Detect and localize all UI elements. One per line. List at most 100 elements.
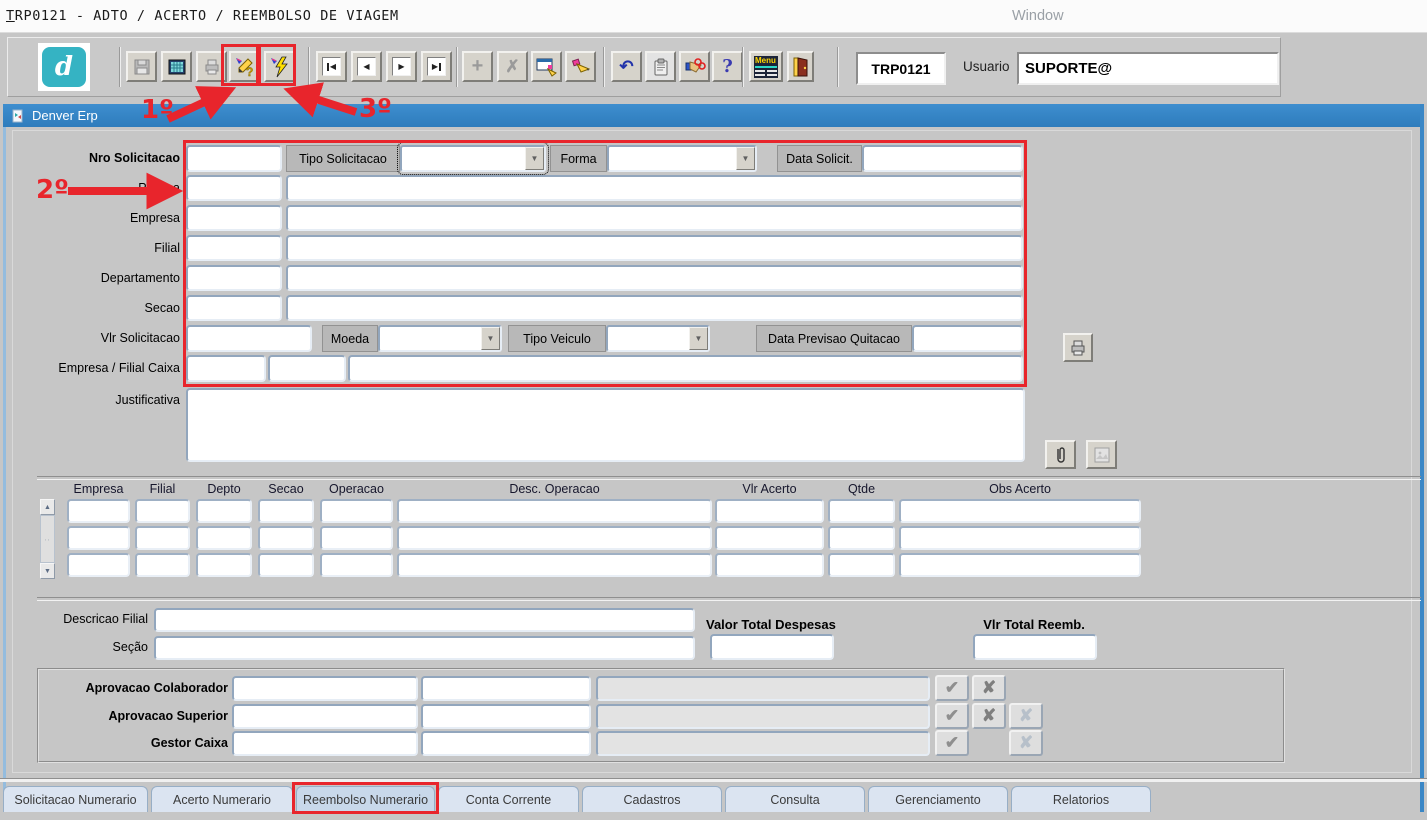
grid-cell-empresa-r1[interactable] — [67, 499, 130, 523]
help-button[interactable]: ? — [712, 51, 743, 82]
grid-cell-filial-r3[interactable] — [135, 553, 190, 577]
grid-scroll-down-button[interactable]: ▼ — [40, 563, 55, 579]
print-request-button[interactable] — [1063, 333, 1093, 362]
grid-scrollbar[interactable]: ∙∙ — [40, 515, 55, 563]
tab-consulta[interactable]: Consulta — [725, 786, 865, 812]
grid-cell-desc-operacao-r1[interactable] — [397, 499, 712, 523]
grid-cell-qtde-r2[interactable] — [828, 526, 895, 550]
tab-gerenciamento[interactable]: Gerenciamento — [868, 786, 1008, 812]
grid-cell-filial-r2[interactable] — [135, 526, 190, 550]
justificativa-textarea[interactable] — [186, 388, 1025, 462]
grid-cell-operacao-r1[interactable] — [320, 499, 393, 523]
tipo-solicitacao-select[interactable]: ▼ — [400, 145, 546, 172]
vlr-total-reemb-input[interactable] — [973, 634, 1097, 660]
save-button[interactable] — [126, 51, 157, 82]
tipo-veiculo-select[interactable]: ▼ — [606, 325, 710, 352]
grid-cell-depto-r3[interactable] — [196, 553, 252, 577]
chevron-down-icon[interactable]: ▼ — [481, 327, 500, 350]
next-record-button[interactable]: ▶ — [386, 51, 417, 82]
grid-cell-qtde-r3[interactable] — [828, 553, 895, 577]
grid-cell-secao-r3[interactable] — [258, 553, 314, 577]
secao-total-input[interactable] — [154, 636, 695, 660]
lock-record-button[interactable] — [679, 51, 710, 82]
aprovacao-superior-approve-button[interactable]: ✔ — [935, 703, 969, 729]
aprovacao-superior-cancel-button[interactable]: ✘ — [1009, 703, 1043, 729]
descricao-filial-input[interactable] — [154, 608, 695, 632]
tab-cadastros[interactable]: Cadastros — [582, 786, 722, 812]
gestor-caixa-approve-button[interactable]: ✔ — [935, 730, 969, 756]
first-record-button[interactable]: ◀ — [316, 51, 347, 82]
grid-cell-obs-acerto-r1[interactable] — [899, 499, 1141, 523]
tab-solicitacao-numerario[interactable]: Solicitacao Numerario — [3, 786, 148, 812]
grid-cell-secao-r2[interactable] — [258, 526, 314, 550]
grid-cell-obs-acerto-r2[interactable] — [899, 526, 1141, 550]
grid-cell-vlr-acerto-r3[interactable] — [715, 553, 824, 577]
grid-cell-desc-operacao-r2[interactable] — [397, 526, 712, 550]
grid-scroll-up-button[interactable]: ▲ — [40, 499, 55, 515]
print-button[interactable] — [196, 51, 227, 82]
grid-cell-operacao-r3[interactable] — [320, 553, 393, 577]
tab-relatorios[interactable]: Relatorios — [1011, 786, 1151, 812]
undo-button[interactable]: ↶ — [611, 51, 642, 82]
exit-button[interactable] — [787, 51, 814, 82]
aprovacao-colaborador-approve-button[interactable]: ✔ — [935, 675, 969, 701]
pessoa-desc-input[interactable] — [286, 175, 1023, 201]
chevron-down-icon[interactable]: ▼ — [736, 147, 755, 170]
departamento-code-input[interactable] — [186, 265, 282, 291]
aprovacao-superior-reject-button[interactable]: ✘ — [972, 703, 1006, 729]
vlr-solicitacao-input[interactable] — [186, 325, 312, 352]
previous-record-button[interactable]: ◀ — [351, 51, 382, 82]
moeda-select[interactable]: ▼ — [378, 325, 502, 352]
menu-window[interactable]: Window — [1012, 8, 1064, 24]
aprovacao-colaborador-user-input[interactable] — [232, 676, 418, 701]
empresa-desc-input[interactable] — [286, 205, 1023, 231]
valor-total-despesas-input[interactable] — [710, 634, 834, 660]
grid-cell-vlr-acerto-r1[interactable] — [715, 499, 824, 523]
attachment-button[interactable] — [1045, 440, 1076, 469]
data-previsao-quitacao-input[interactable] — [912, 325, 1023, 352]
tab-acerto-numerario[interactable]: Acerto Numerario — [151, 786, 293, 812]
nro-solicitacao-input[interactable] — [186, 145, 282, 172]
grid-cell-empresa-r3[interactable] — [67, 553, 130, 577]
empresa-code-input[interactable] — [186, 205, 282, 231]
filial-desc-input[interactable] — [286, 235, 1023, 261]
insert-record-button[interactable]: + — [462, 51, 493, 82]
grid-cell-qtde-r1[interactable] — [828, 499, 895, 523]
edit-field-button[interactable] — [565, 51, 596, 82]
grid-cell-depto-r2[interactable] — [196, 526, 252, 550]
enter-query-button[interactable]: ? — [229, 51, 260, 82]
grid-cell-empresa-r2[interactable] — [67, 526, 130, 550]
gestor-caixa-cancel-button[interactable]: ✘ — [1009, 730, 1043, 756]
aprovacao-colaborador-reject-button[interactable]: ✘ — [972, 675, 1006, 701]
grid-cell-desc-operacao-r3[interactable] — [397, 553, 712, 577]
empresa-caixa-input[interactable] — [186, 355, 266, 382]
menu-button[interactable]: Menu — [749, 51, 783, 82]
grid-cell-filial-r1[interactable] — [135, 499, 190, 523]
secao-code-input[interactable] — [186, 295, 282, 321]
forma-select[interactable]: ▼ — [607, 145, 757, 172]
secao-desc-input[interactable] — [286, 295, 1023, 321]
clipboard-button[interactable] — [645, 51, 676, 82]
last-record-button[interactable]: ▶ — [421, 51, 452, 82]
filial-code-input[interactable] — [186, 235, 282, 261]
grid-cell-vlr-acerto-r2[interactable] — [715, 526, 824, 550]
chevron-down-icon[interactable]: ▼ — [689, 327, 708, 350]
usuario-field[interactable]: SUPORTE@ — [1017, 52, 1279, 85]
departamento-desc-input[interactable] — [286, 265, 1023, 291]
gestor-caixa-user-input[interactable] — [232, 731, 418, 756]
gestor-caixa-date-input[interactable] — [421, 731, 591, 756]
display-button[interactable] — [161, 51, 192, 82]
grid-cell-secao-r1[interactable] — [258, 499, 314, 523]
grid-cell-depto-r1[interactable] — [196, 499, 252, 523]
caixa-desc-input[interactable] — [348, 355, 1023, 382]
execute-query-button[interactable] — [264, 51, 295, 82]
chevron-down-icon[interactable]: ▼ — [525, 147, 544, 170]
aprovacao-superior-date-input[interactable] — [421, 704, 591, 729]
grid-cell-operacao-r2[interactable] — [320, 526, 393, 550]
tab-conta-corrente[interactable]: Conta Corrente — [438, 786, 579, 812]
filial-caixa-input[interactable] — [268, 355, 346, 382]
tab-reembolso-numerario[interactable]: Reembolso Numerario — [296, 786, 435, 812]
grid-cell-obs-acerto-r3[interactable] — [899, 553, 1141, 577]
mdi-title-bar[interactable]: Denver Erp — [3, 104, 1424, 127]
aprovacao-colaborador-date-input[interactable] — [421, 676, 591, 701]
